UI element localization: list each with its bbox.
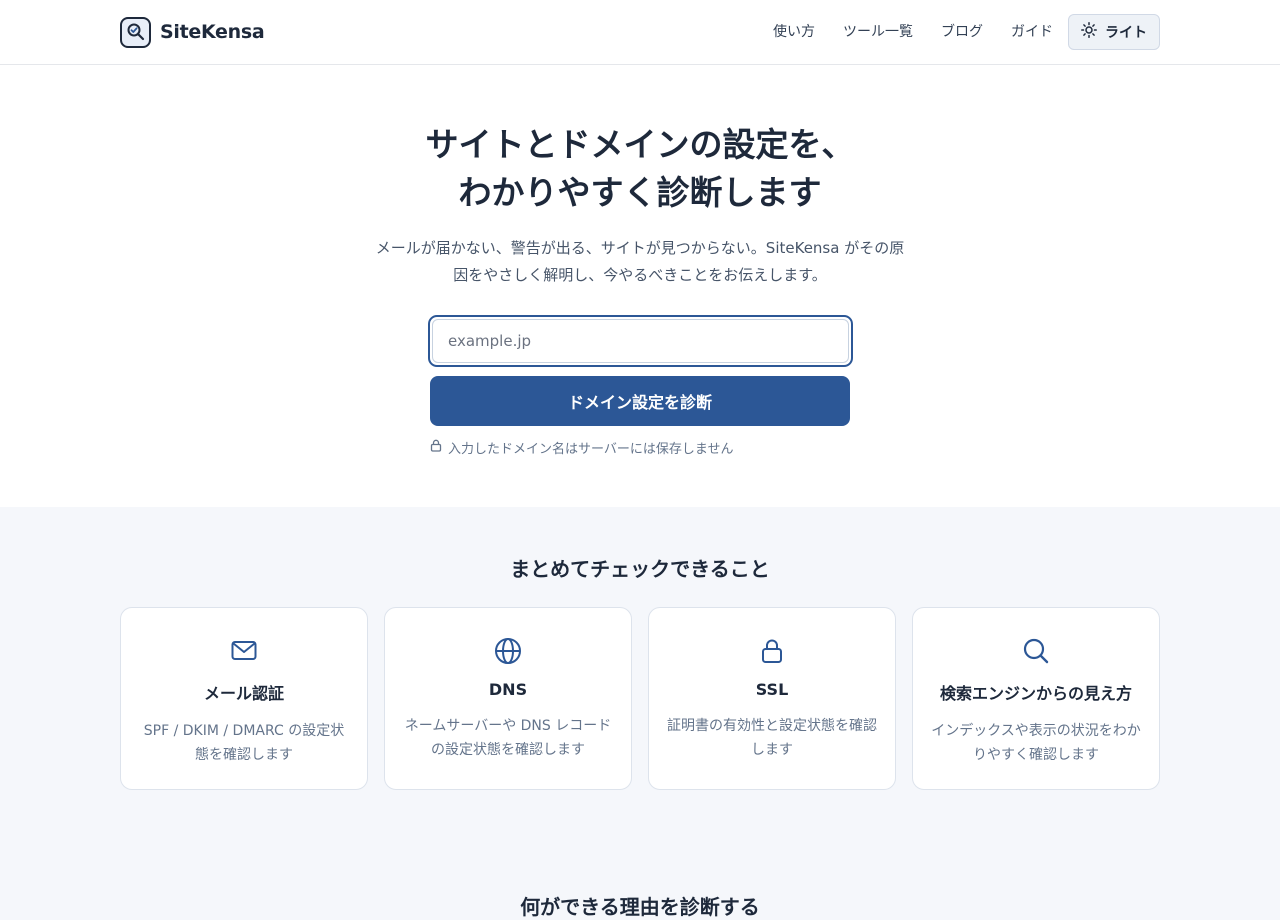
magnifier-check-icon [120, 16, 151, 48]
subtitle-line-1: メールが届かない、警告が出る、サイトが見つからない。SiteKensa がその原 [375, 239, 905, 257]
search-icon [913, 636, 1159, 666]
privacy-note: 入力したドメイン名はサーバーには保存しません [430, 437, 733, 457]
feature-card-desc: SPF / DKIM / DMARC の設定状態を確認します [143, 723, 345, 763]
privacy-note-text: 入力したドメイン名はサーバーには保存しません [448, 441, 734, 457]
mail-icon [121, 636, 367, 666]
feature-card-desc: ネームサーバーや DNS レコードの設定状態を確認します [404, 718, 612, 758]
feature-card-title: SSL [755, 680, 789, 699]
nav-link-how-to[interactable]: 使い方 [759, 14, 829, 50]
feature-card-title: DNS [488, 680, 528, 699]
site-header: SiteKensa 使い方 ツール一覧 ブログ ガイド ライト [0, 0, 1280, 65]
feature-card-desc: インデックスや表示の状況をわかりやすく確認します [931, 723, 1141, 763]
page-title: サイトとドメインの設定を、 わかりやすく診断します [0, 121, 1280, 217]
nav-link-blog[interactable]: ブログ [927, 14, 997, 50]
sun-icon [1081, 22, 1097, 42]
domain-input[interactable] [432, 319, 849, 363]
feature-card-dns: DNS ネームサーバーや DNS レコードの設定状態を確認します [384, 607, 632, 790]
globe-icon [385, 636, 631, 666]
theme-toggle-label: ライト [1105, 25, 1147, 41]
feature-card-title: 検索エンジンからの見え方 [939, 684, 1132, 703]
feature-card-title: メール認証 [203, 684, 284, 703]
brand-logo[interactable]: SiteKensa [120, 16, 265, 48]
title-line-1: サイトとドメインの設定を、 [425, 125, 855, 164]
features-section: まとめてチェックできること メール認証 SPF / DKIM / DMARC の… [0, 507, 1280, 919]
feature-card-ssl: SSL 証明書の有効性と設定状態を確認します [648, 607, 896, 790]
hero-section: サイトとドメインの設定を、 わかりやすく診断します メールが届かない、警告が出る… [0, 65, 1280, 507]
feature-card-desc: 証明書の有効性と設定状態を確認します [667, 718, 877, 758]
next-section-title: 何ができる理由を診断する [520, 895, 760, 919]
title-line-2: わかりやすく診断します [458, 173, 822, 212]
nav-link-tools[interactable]: ツール一覧 [829, 14, 927, 50]
feature-card-mail: メール認証 SPF / DKIM / DMARC の設定状態を確認します [120, 607, 368, 790]
subtitle-line-2: 因をやさしく解明し、今やるべきことをお伝えします。 [453, 266, 827, 284]
lock-icon [430, 439, 442, 456]
diagnose-button[interactable]: ドメイン設定を診断 [430, 376, 850, 426]
hero-subtitle: メールが届かない、警告が出る、サイトが見つからない。SiteKensa がその原… [360, 235, 920, 289]
nav-link-guide[interactable]: ガイド [997, 14, 1067, 50]
brand-name: SiteKensa [160, 21, 265, 43]
feature-cards: メール認証 SPF / DKIM / DMARC の設定状態を確認します DNS… [120, 607, 1160, 790]
lock-icon [649, 636, 895, 666]
features-title: まとめてチェックできること [510, 557, 770, 581]
feature-card-seo: 検索エンジンからの見え方 インデックスや表示の状況をわかりやすく確認します [912, 607, 1160, 790]
main-nav: 使い方 ツール一覧 ブログ ガイド ライト [759, 14, 1160, 50]
domain-input-focus-ring [428, 315, 853, 367]
theme-toggle-button[interactable]: ライト [1068, 14, 1160, 50]
